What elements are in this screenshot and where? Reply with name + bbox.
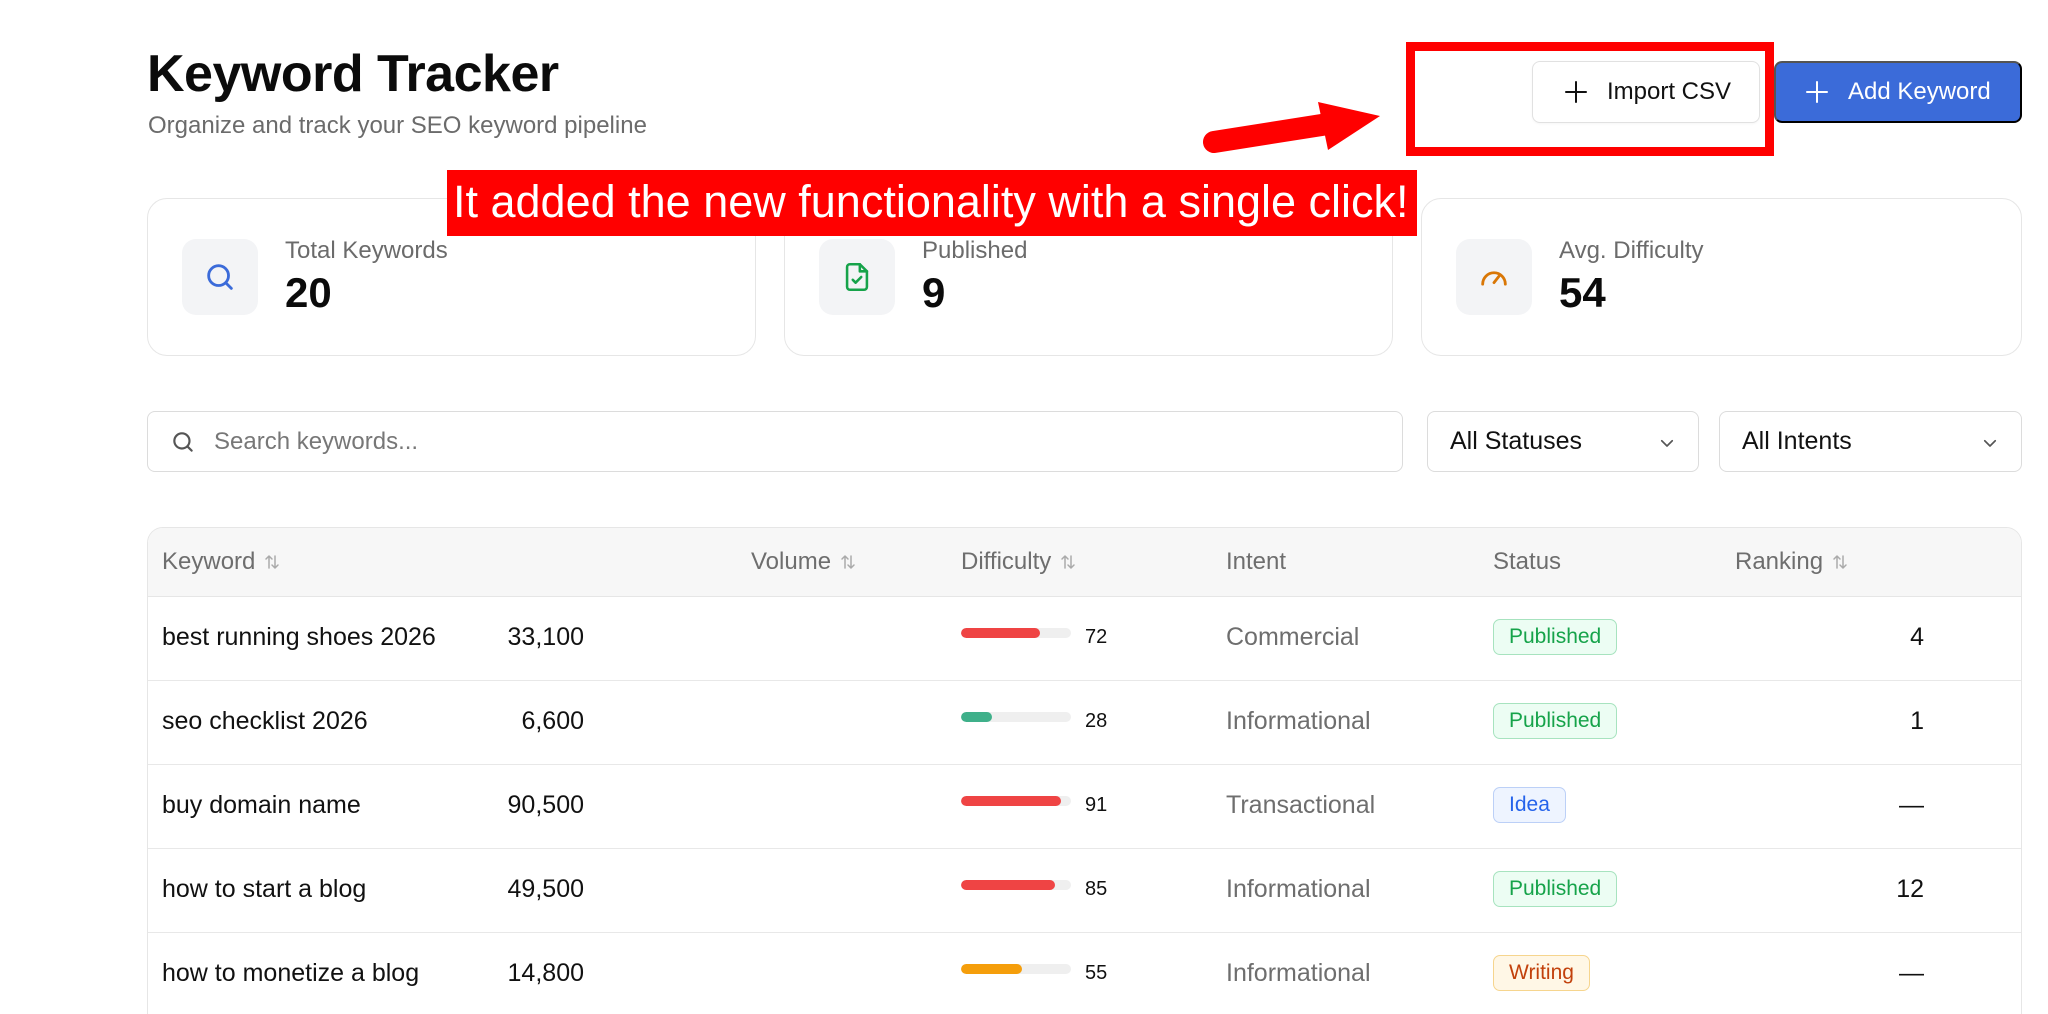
stat-icon-wrap xyxy=(182,239,258,315)
stat-value: 54 xyxy=(1559,269,1606,316)
keyword-cell: how to monetize a blog xyxy=(162,959,420,987)
sort-icon xyxy=(1059,553,1077,571)
column-header-keyword[interactable]: Keyword xyxy=(162,548,281,576)
difficulty-bar-fill xyxy=(961,712,992,722)
difficulty-bar xyxy=(961,796,1071,806)
status-badge: Idea xyxy=(1493,787,1566,823)
status-filter-value: All Statuses xyxy=(1450,427,1583,455)
difficulty-bar xyxy=(961,964,1071,974)
add-keyword-label: Add Keyword xyxy=(1848,78,1991,105)
file-check-icon xyxy=(845,262,869,292)
column-header-ranking[interactable]: Ranking xyxy=(1735,548,1849,576)
column-header-difficulty[interactable]: Difficulty xyxy=(961,548,1077,576)
intent-cell: Informational xyxy=(1226,707,1371,735)
search-icon xyxy=(170,429,196,455)
volume-cell: 33,100 xyxy=(507,623,584,651)
difficulty-bar xyxy=(961,628,1071,638)
intent-cell: Commercial xyxy=(1226,623,1360,651)
table-row[interactable]: how to start a blog 49,500 85 Informatio… xyxy=(148,849,2021,933)
intent-filter-select[interactable]: All Intents xyxy=(1719,411,2022,472)
volume-cell: 14,800 xyxy=(507,959,584,987)
chevron-down-icon xyxy=(1983,439,1997,447)
ranking-cell: 4 xyxy=(1910,623,1924,651)
column-header-label: Intent xyxy=(1226,548,1287,575)
stat-icon-wrap xyxy=(1456,239,1532,315)
keyword-cell: seo checklist 2026 xyxy=(162,707,368,735)
stat-label: Total Keywords xyxy=(285,237,448,264)
difficulty-value: 85 xyxy=(1085,878,1108,900)
stat-label: Avg. Difficulty xyxy=(1559,237,1704,264)
keyword-cell: how to start a blog xyxy=(162,875,367,903)
table-header: Keyword Volume Difficulty Intent Status … xyxy=(148,528,2021,597)
difficulty-bar-fill xyxy=(961,628,1041,638)
volume-cell: 6,600 xyxy=(521,707,584,735)
difficulty-bar-fill xyxy=(961,796,1062,806)
difficulty-bar-fill xyxy=(961,880,1055,890)
column-header-label: Difficulty xyxy=(961,548,1052,575)
stat-value: 9 xyxy=(922,269,946,316)
keyword-table: Keyword Volume Difficulty Intent Status … xyxy=(147,527,2022,1014)
ranking-cell: — xyxy=(1899,791,1924,819)
status-badge: Published xyxy=(1493,619,1618,655)
difficulty-value: 55 xyxy=(1085,962,1108,984)
status-badge: Published xyxy=(1493,703,1618,739)
difficulty-value: 91 xyxy=(1085,794,1108,816)
gauge-icon xyxy=(1481,271,1507,286)
ranking-cell: — xyxy=(1899,959,1924,987)
search-input[interactable]: Search keywords... xyxy=(147,411,1403,472)
column-header-label: Volume xyxy=(751,548,832,575)
column-header-status: Status xyxy=(1493,548,1561,576)
column-header-intent: Intent xyxy=(1226,548,1286,576)
chevron-down-icon xyxy=(1660,439,1674,447)
sort-icon xyxy=(839,553,857,571)
difficulty-bar-fill xyxy=(961,964,1022,974)
stat-label: Published xyxy=(922,237,1028,264)
status-filter-select[interactable]: All Statuses xyxy=(1427,411,1699,472)
annotation-highlight-box xyxy=(1406,42,1774,156)
annotation-arrow-icon xyxy=(1203,102,1380,153)
intent-cell: Informational xyxy=(1226,959,1371,987)
keyword-cell: buy domain name xyxy=(162,791,361,819)
table-row[interactable]: buy domain name 90,500 91 Transactional … xyxy=(148,765,2021,849)
search-icon xyxy=(207,264,233,290)
page-subtitle: Organize and track your SEO keyword pipe… xyxy=(148,112,647,139)
stat-icon-wrap xyxy=(819,239,895,315)
difficulty-bar xyxy=(961,712,1071,722)
sort-icon xyxy=(1831,553,1849,571)
difficulty-bar xyxy=(961,880,1071,890)
volume-cell: 90,500 xyxy=(507,791,584,819)
ranking-cell: 1 xyxy=(1910,707,1924,735)
column-header-label: Keyword xyxy=(162,548,256,575)
status-badge: Writing xyxy=(1493,955,1590,991)
stat-value: 20 xyxy=(285,269,332,316)
sort-icon xyxy=(263,553,281,571)
table-row[interactable]: seo checklist 2026 6,600 28 Informationa… xyxy=(148,681,2021,765)
plus-icon xyxy=(1806,81,1828,103)
page-title: Keyword Tracker xyxy=(147,45,559,103)
difficulty-value: 28 xyxy=(1085,710,1108,732)
stat-card-avg-difficulty: Avg. Difficulty 54 xyxy=(1421,198,2022,356)
ranking-cell: 12 xyxy=(1896,875,1924,903)
intent-cell: Transactional xyxy=(1226,791,1376,819)
intent-filter-value: All Intents xyxy=(1742,427,1852,455)
column-header-label: Ranking xyxy=(1735,548,1824,575)
intent-cell: Informational xyxy=(1226,875,1371,903)
add-keyword-button[interactable]: Add Keyword xyxy=(1774,61,2022,123)
table-row[interactable]: best running shoes 2026 33,100 72 Commer… xyxy=(148,597,2021,681)
status-badge: Published xyxy=(1493,871,1618,907)
keyword-cell: best running shoes 2026 xyxy=(162,623,436,651)
volume-cell: 49,500 xyxy=(507,875,584,903)
column-header-label: Status xyxy=(1493,548,1562,575)
table-row[interactable]: how to monetize a blog 14,800 55 Informa… xyxy=(148,933,2021,1014)
annotation-caption: It added the new functionality with a si… xyxy=(447,170,1417,236)
search-placeholder: Search keywords... xyxy=(214,427,419,455)
difficulty-value: 72 xyxy=(1085,626,1108,648)
column-header-volume[interactable]: Volume xyxy=(751,548,857,576)
